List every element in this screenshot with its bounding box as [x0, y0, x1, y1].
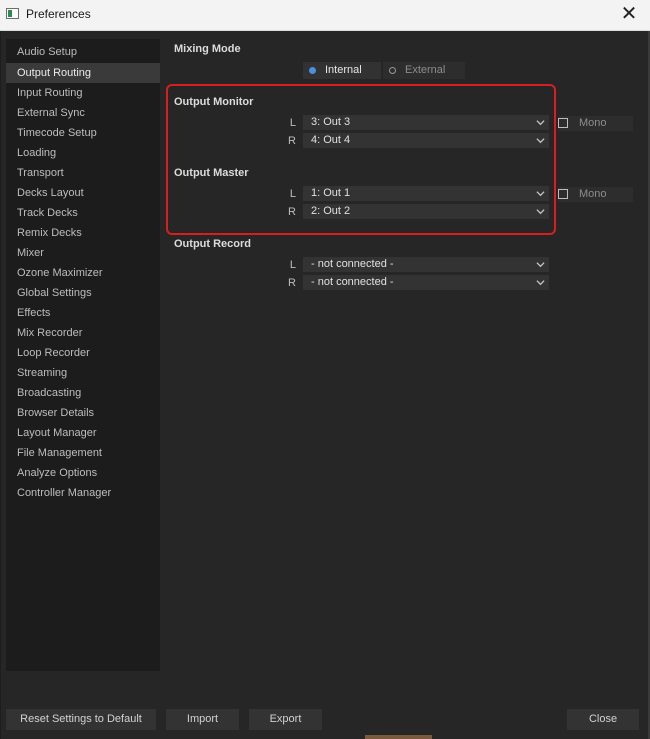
- sidebar-item-broadcasting[interactable]: Broadcasting: [6, 383, 160, 403]
- sidebar-item-streaming[interactable]: Streaming: [6, 363, 160, 383]
- sidebar-item-effects[interactable]: Effects: [6, 303, 160, 323]
- background-window-edge: [365, 735, 432, 739]
- sidebar-item-audio-setup[interactable]: Audio Setup: [6, 42, 160, 62]
- sidebar-item-decks-layout[interactable]: Decks Layout: [6, 183, 160, 203]
- sidebar-item-input-routing[interactable]: Input Routing: [6, 83, 160, 103]
- sidebar-item-track-decks[interactable]: Track Decks: [6, 203, 160, 223]
- sidebar-item-file-management[interactable]: File Management: [6, 443, 160, 463]
- mixing-mode-title: Mixing Mode: [174, 43, 241, 55]
- export-button[interactable]: Export: [249, 709, 322, 730]
- sidebar-item-global-settings[interactable]: Global Settings: [6, 283, 160, 303]
- highlight-box: [166, 84, 556, 235]
- monitor-mono-checkbox[interactable]: Mono: [558, 116, 633, 131]
- mixing-mode-external-option[interactable]: External: [383, 62, 465, 79]
- sidebar-item-loop-recorder[interactable]: Loop Recorder: [6, 343, 160, 363]
- record-left-dropdown[interactable]: - not connected -: [303, 257, 549, 272]
- close-button[interactable]: Close: [567, 709, 639, 730]
- sidebar-item-mix-recorder[interactable]: Mix Recorder: [6, 323, 160, 343]
- output-record-title: Output Record: [174, 238, 251, 250]
- checkbox-icon: [558, 189, 568, 199]
- sidebar-item-ozone-maximizer[interactable]: Ozone Maximizer: [6, 263, 160, 283]
- record-right-dropdown[interactable]: - not connected -: [303, 275, 549, 290]
- sidebar-item-analyze-options[interactable]: Analyze Options: [6, 463, 160, 483]
- mixing-mode-external-label: External: [405, 64, 446, 76]
- radio-unselected-icon: [389, 67, 396, 74]
- mixing-mode-internal-option[interactable]: Internal: [303, 62, 381, 79]
- sidebar-item-browser-details[interactable]: Browser Details: [6, 403, 160, 423]
- record-left-channel-label: L: [289, 259, 296, 271]
- import-button[interactable]: Import: [166, 709, 239, 730]
- title-bar: Preferences ✕: [0, 0, 650, 31]
- chevron-down-icon: [536, 262, 545, 268]
- chevron-down-icon: [536, 280, 545, 286]
- mixing-mode-radio-group: Internal External: [303, 62, 465, 79]
- master-mono-checkbox[interactable]: Mono: [558, 187, 633, 202]
- sidebar-item-external-sync[interactable]: External Sync: [6, 103, 160, 123]
- master-mono-label: Mono: [579, 188, 607, 200]
- record-left-value: - not connected -: [311, 258, 394, 270]
- checkbox-icon: [558, 118, 568, 128]
- radio-selected-icon: [309, 67, 316, 74]
- sidebar-item-remix-decks[interactable]: Remix Decks: [6, 223, 160, 243]
- mixing-mode-internal-label: Internal: [325, 64, 362, 76]
- sidebar-item-output-routing[interactable]: Output Routing: [6, 63, 160, 83]
- sidebar-item-loading[interactable]: Loading: [6, 143, 160, 163]
- sidebar-item-controller-manager[interactable]: Controller Manager: [6, 483, 160, 503]
- sidebar-item-timecode-setup[interactable]: Timecode Setup: [6, 123, 160, 143]
- sidebar-item-mixer[interactable]: Mixer: [6, 243, 160, 263]
- window-title: Preferences: [26, 7, 91, 21]
- sidebar: Audio Setup Output Routing Input Routing…: [6, 39, 160, 671]
- sidebar-item-layout-manager[interactable]: Layout Manager: [6, 423, 160, 443]
- record-right-channel-label: R: [288, 277, 296, 289]
- monitor-mono-label: Mono: [579, 117, 607, 129]
- record-right-value: - not connected -: [311, 276, 394, 288]
- close-icon[interactable]: ✕: [618, 3, 640, 25]
- app-icon: [6, 8, 19, 19]
- reset-settings-button[interactable]: Reset Settings to Default: [6, 709, 156, 730]
- sidebar-item-transport[interactable]: Transport: [6, 163, 160, 183]
